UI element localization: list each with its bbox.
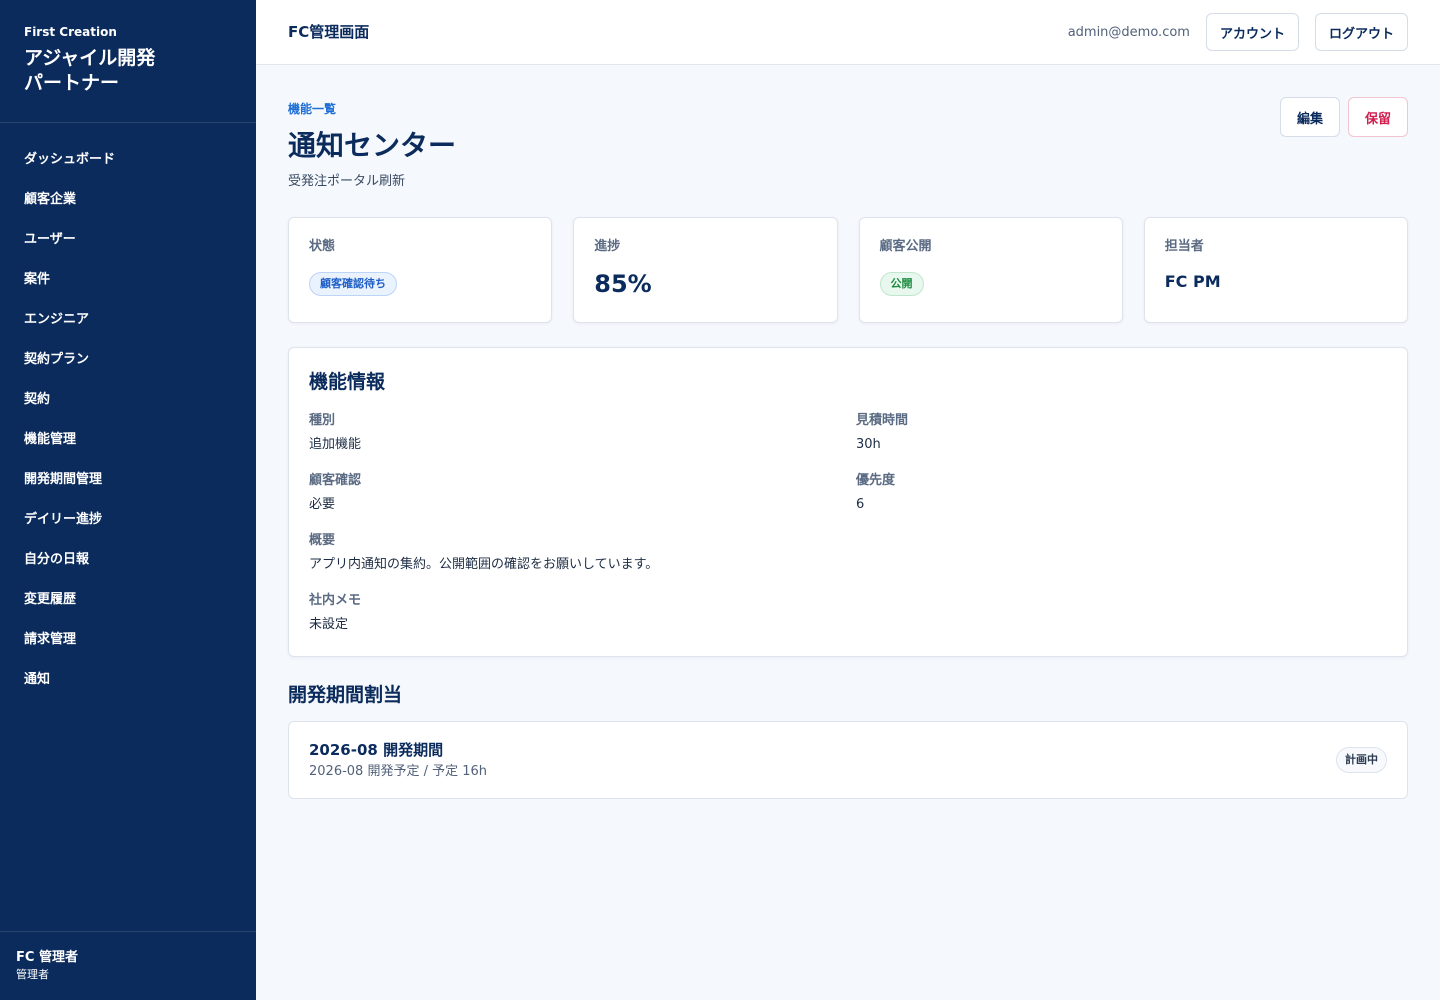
user-role: 管理者 xyxy=(16,968,49,981)
sidebar-item-history[interactable]: 変更履歴 xyxy=(0,580,256,620)
sidebar-item-daily-progress[interactable]: デイリー進捗 xyxy=(0,500,256,540)
field-priority: 優先度 6 xyxy=(856,472,895,514)
field-label: 種別 xyxy=(309,413,336,428)
sidebar-item-dashboard[interactable]: ダッシュボード xyxy=(0,140,256,180)
field-type: 種別 追加機能 xyxy=(309,412,361,454)
sidebar-item-notifications[interactable]: 通知 xyxy=(0,660,256,700)
field-value: 30h xyxy=(856,437,881,452)
project-name: 受発注ポータル刷新 xyxy=(288,174,406,189)
dev-period-status-badge: 計画中 xyxy=(1336,747,1387,773)
field-estimate: 見積時間 30h xyxy=(856,412,908,454)
dev-period-meta: 2026-08 開発予定 / 予定 16h xyxy=(309,764,488,779)
feature-info-panel: 機能情報 種別 追加機能 見積時間 30h 顧客確認 必要 優先度 6 概要 ア… xyxy=(288,347,1408,657)
edit-button[interactable]: 編集 xyxy=(1279,97,1340,137)
field-label: 顧客確認 xyxy=(309,473,362,488)
page-actions: 編集 保留 xyxy=(1279,97,1408,137)
field-overview: 概要 アプリ内通知の集約。公開範囲の確認をお願いしています。 xyxy=(309,532,658,574)
owner-label: 担当者 xyxy=(1164,239,1204,254)
summary-cards: 状態 顧客確認待ち 進捗 85% 顧客公開 公開 担当者 FC PM xyxy=(288,217,1408,323)
sidebar-item-dev-periods[interactable]: 開発期間管理 xyxy=(0,460,256,500)
feature-info-title: 機能情報 xyxy=(309,371,386,393)
user-name: FC 管理者 xyxy=(16,950,78,965)
sidebar-item-plans[interactable]: 契約プラン xyxy=(0,340,256,380)
field-label: 社内メモ xyxy=(309,593,362,608)
field-value: 必要 xyxy=(309,497,336,512)
brand: First Creation アジャイル開発 パートナー xyxy=(0,0,256,123)
sidebar-user: FC 管理者 管理者 xyxy=(0,931,256,1000)
account-button[interactable]: アカウント xyxy=(1205,13,1299,51)
sidebar-nav: ダッシュボード 顧客企業 ユーザー 案件 エンジニア 契約プラン 契約 機能管理… xyxy=(0,123,256,700)
sidebar-item-contracts[interactable]: 契約 xyxy=(0,380,256,420)
progress-value: 85% xyxy=(594,270,652,298)
topbar: FC管理画面 admin@demo.com アカウント ログアウト xyxy=(256,0,1440,65)
dev-period-item[interactable]: 2026-08 開発期間 2026-08 開発予定 / 予定 16h 計画中 xyxy=(288,721,1408,799)
topbar-actions: admin@demo.com アカウント ログアウト xyxy=(1068,13,1408,51)
app-title: FC管理画面 xyxy=(288,23,370,41)
public-label: 顧客公開 xyxy=(879,239,932,254)
owner-value: FC PM xyxy=(1164,272,1221,291)
sidebar-item-projects[interactable]: 案件 xyxy=(0,260,256,300)
sidebar-item-users[interactable]: ユーザー xyxy=(0,220,256,260)
status-card: 状態 顧客確認待ち xyxy=(288,217,553,323)
hold-button[interactable]: 保留 xyxy=(1347,97,1408,137)
brand-title: アジャイル開発 パートナー xyxy=(24,47,156,94)
sidebar-item-billing[interactable]: 請求管理 xyxy=(0,620,256,660)
user-email: admin@demo.com xyxy=(1067,24,1190,40)
owner-card: 担当者 FC PM xyxy=(1143,217,1408,323)
brand-company: First Creation xyxy=(24,25,117,39)
dev-period-name: 2026-08 開発期間 xyxy=(309,741,444,759)
logout-button[interactable]: ログアウト xyxy=(1314,13,1408,51)
progress-card: 進捗 85% xyxy=(573,217,838,323)
field-customer-confirm: 顧客確認 必要 xyxy=(309,472,361,514)
field-value: アプリ内通知の集約。公開範囲の確認をお願いしています。 xyxy=(309,557,659,572)
sidebar-item-engineers[interactable]: エンジニア xyxy=(0,300,256,340)
status-label: 状態 xyxy=(309,239,336,254)
sidebar-item-clients[interactable]: 顧客企業 xyxy=(0,180,256,220)
field-internal-memo: 社内メモ 未設定 xyxy=(309,592,361,634)
sidebar-item-features[interactable]: 機能管理 xyxy=(0,420,256,460)
breadcrumb-feature-list[interactable]: 機能一覧 xyxy=(288,101,336,117)
field-value: 6 xyxy=(856,497,865,512)
sidebar: First Creation アジャイル開発 パートナー ダッシュボード 顧客企… xyxy=(0,0,256,1000)
field-label: 概要 xyxy=(309,533,336,548)
sidebar-item-my-reports[interactable]: 自分の日報 xyxy=(0,540,256,580)
field-value: 追加機能 xyxy=(309,437,362,452)
field-value: 未設定 xyxy=(309,617,349,632)
dev-period-section-title: 開発期間割当 xyxy=(288,684,403,706)
status-badge: 顧客確認待ち xyxy=(309,272,397,296)
page-title: 通知センター xyxy=(288,129,457,162)
field-label: 優先度 xyxy=(856,473,896,488)
public-card: 顧客公開 公開 xyxy=(858,217,1123,323)
progress-label: 進捗 xyxy=(594,239,621,254)
public-badge: 公開 xyxy=(879,272,924,296)
field-label: 見積時間 xyxy=(856,413,909,428)
